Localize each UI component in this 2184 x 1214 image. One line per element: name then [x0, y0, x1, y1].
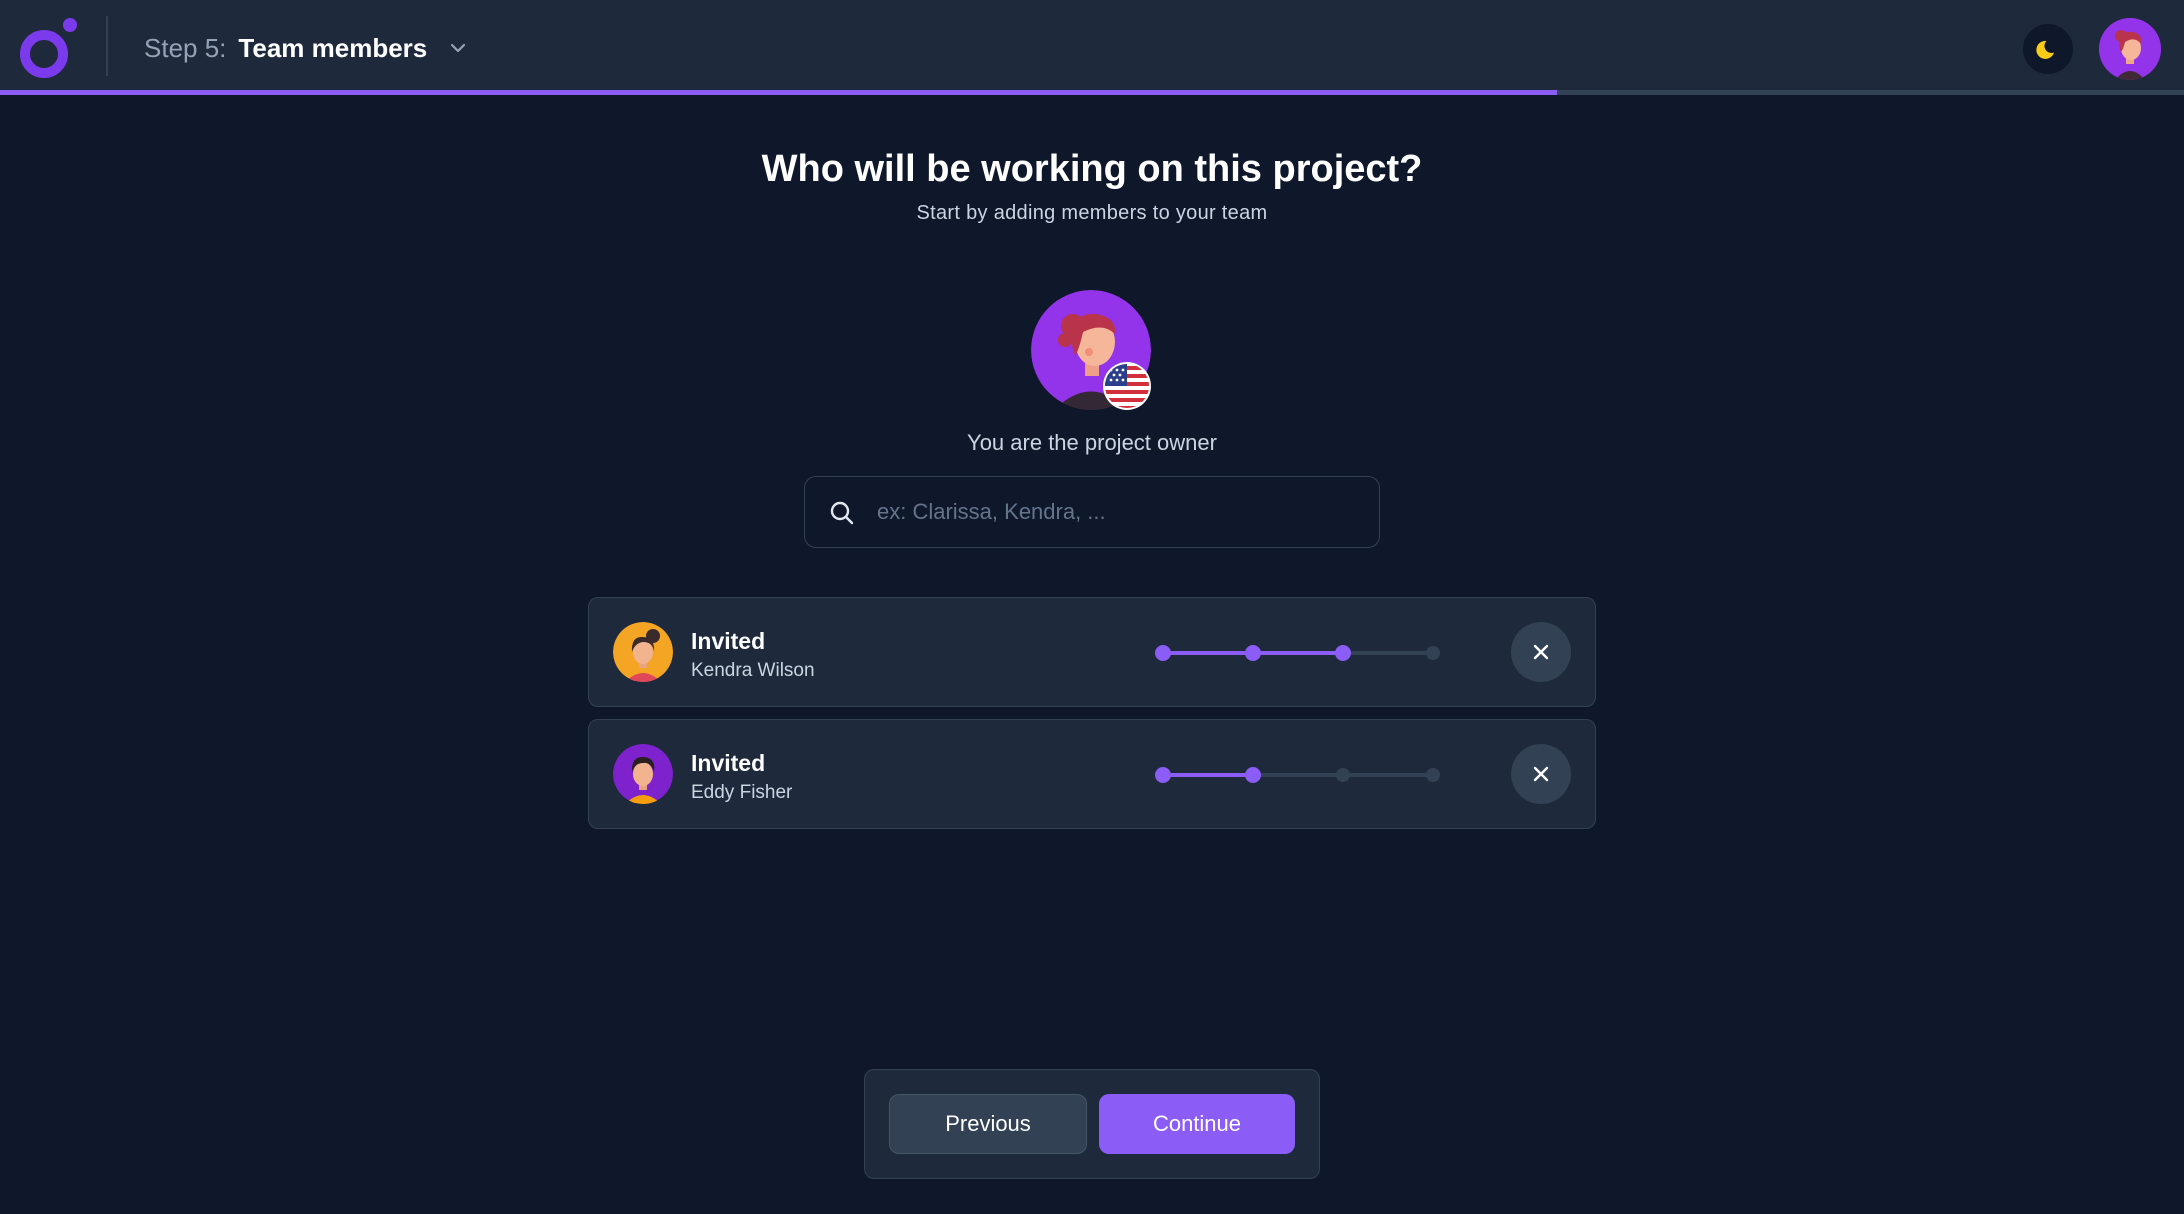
step-dot — [1426, 768, 1440, 782]
member-status: Invited — [691, 750, 766, 776]
remove-member-button[interactable] — [1511, 622, 1571, 682]
moon-icon — [2036, 40, 2054, 59]
progress-bar — [0, 90, 2184, 95]
logo-icon[interactable] — [18, 16, 80, 80]
member-status: Invited — [691, 628, 766, 654]
footer-actions: Previous Continue — [864, 1069, 1320, 1179]
owner-avatar — [1031, 290, 1151, 410]
member-card: Invited Kendra Wilson — [588, 597, 1596, 707]
chevron-down-icon — [451, 43, 466, 53]
member-avatar — [613, 622, 673, 682]
step-name: Team members — [238, 32, 428, 63]
page-subtitle: Start by adding members to your team — [916, 202, 1268, 224]
step-dot — [1155, 767, 1171, 783]
progress-fill — [0, 90, 1558, 95]
member-search — [804, 476, 1380, 548]
user-avatar[interactable] — [2099, 18, 2161, 80]
us-flag-icon — [1103, 362, 1151, 410]
invite-progress-steps — [1155, 645, 1440, 661]
step-dot — [1335, 645, 1351, 661]
remove-member-button[interactable] — [1511, 744, 1571, 804]
member-card: Invited Eddy Fisher — [588, 719, 1596, 829]
step-dot — [1245, 767, 1261, 783]
step-dot — [1245, 645, 1261, 661]
user-avatar-icon — [2099, 18, 2161, 80]
theme-toggle-button[interactable] — [2021, 22, 2075, 76]
invite-progress-steps — [1155, 767, 1440, 783]
step-dot — [1155, 645, 1171, 661]
member-name: Kendra Wilson — [691, 660, 815, 681]
search-input[interactable] — [877, 477, 1367, 547]
owner-label: You are the project owner — [967, 430, 1217, 455]
page-title: Who will be working on this project? — [761, 148, 1423, 190]
top-bar: Step 5: Team members — [0, 0, 2184, 90]
close-icon — [1533, 644, 1549, 660]
previous-button[interactable]: Previous — [889, 1094, 1087, 1154]
member-name: Eddy Fisher — [691, 782, 793, 803]
step-dot — [1336, 768, 1350, 782]
step-dot — [1426, 646, 1440, 660]
step-prefix: Step 5: — [144, 32, 227, 63]
step-selector[interactable]: Step 5: Team members — [144, 30, 469, 66]
close-icon — [1533, 766, 1549, 782]
divider — [106, 16, 108, 76]
continue-button[interactable]: Continue — [1099, 1094, 1295, 1154]
search-icon — [830, 501, 854, 525]
member-avatar — [613, 744, 673, 804]
